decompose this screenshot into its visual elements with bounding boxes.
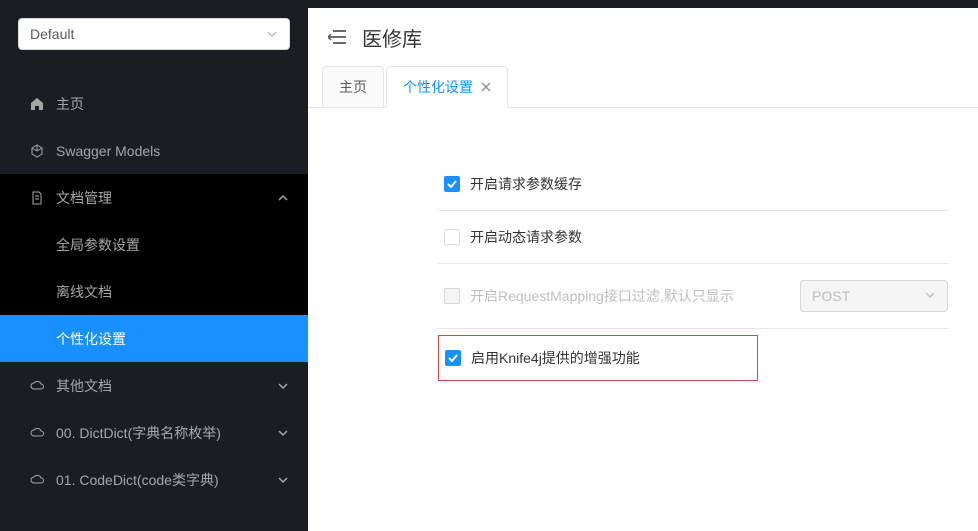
setting-request-mapping-filter: 开启RequestMapping接口过滤,默认只显示 POST — [438, 264, 948, 329]
selector-value: Default — [30, 26, 74, 42]
setting-label: 开启动态请求参数 — [470, 227, 582, 247]
http-method-select[interactable]: POST — [800, 280, 948, 312]
page-title: 医修库 — [362, 23, 422, 52]
submenu-item-offline-doc[interactable]: 离线文档 — [0, 268, 308, 315]
setting-label: 开启请求参数缓存 — [470, 174, 582, 194]
cloud-icon — [30, 426, 44, 440]
menu-label: 主页 — [56, 94, 288, 114]
setting-label: 开启RequestMapping接口过滤,默认只显示 — [470, 286, 734, 306]
sidebar-item-swagger-models[interactable]: Swagger Models — [0, 127, 308, 174]
chevron-down-icon — [266, 28, 278, 40]
chevron-down-icon — [278, 428, 288, 438]
menu-label: 01. CodeDict(code类字典) — [56, 470, 278, 490]
checkbox-cache-params[interactable] — [444, 176, 460, 192]
checkbox-dynamic-params[interactable] — [444, 229, 460, 245]
tab-home[interactable]: 主页 — [322, 66, 384, 107]
submenu-doc-manage: 全局参数设置 离线文档 个性化设置 — [0, 221, 308, 362]
tab-label: 个性化设置 — [403, 77, 473, 97]
select-value: POST — [812, 288, 850, 304]
submenu-label: 离线文档 — [56, 282, 112, 302]
home-icon — [30, 97, 44, 111]
main-header: 医修库 — [308, 8, 978, 66]
chevron-down-icon — [278, 381, 288, 391]
submenu-item-personalization[interactable]: 个性化设置 — [0, 315, 308, 362]
main-content: 医修库 主页 个性化设置 开启请求参数缓存 — [308, 8, 978, 531]
top-bar — [0, 0, 978, 8]
chevron-up-icon — [278, 193, 288, 203]
settings-content: 开启请求参数缓存 开启动态请求参数 开启RequestMapping接口过滤,默… — [308, 108, 978, 531]
submenu-label: 全局参数设置 — [56, 235, 140, 255]
cloud-icon — [30, 473, 44, 487]
checkbox-knife4j-enhance[interactable] — [445, 350, 461, 366]
app-container: Default 主页 Swagger Models — [0, 8, 978, 531]
tab-label: 主页 — [339, 77, 367, 97]
selector-wrap: Default — [0, 8, 308, 60]
sidebar-menu: 主页 Swagger Models 文档管理 全局参数设置 — [0, 60, 308, 531]
setting-dynamic-params: 开启动态请求参数 — [438, 211, 948, 264]
chevron-down-icon — [924, 288, 936, 304]
api-selector[interactable]: Default — [18, 18, 290, 50]
sidebar-item-home[interactable]: 主页 — [0, 80, 308, 127]
document-icon — [30, 191, 44, 205]
setting-knife4j-enhance: 启用Knife4j提供的增强功能 — [438, 335, 758, 381]
setting-label: 启用Knife4j提供的增强功能 — [471, 348, 640, 368]
sidebar-item-other-doc[interactable]: 其他文档 — [0, 362, 308, 409]
submenu-item-global-params[interactable]: 全局参数设置 — [0, 221, 308, 268]
checkbox-request-mapping-filter[interactable] — [444, 288, 460, 304]
tabs-bar: 主页 个性化设置 — [308, 66, 978, 108]
menu-label: 文档管理 — [56, 188, 278, 208]
sidebar-item-doc-manage[interactable]: 文档管理 — [0, 174, 308, 221]
menu-label: 00. DictDict(字典名称枚举) — [56, 423, 278, 443]
sidebar-collapse-button[interactable] — [328, 28, 346, 46]
menu-label: 其他文档 — [56, 376, 278, 396]
sidebar-item-codedict[interactable]: 01. CodeDict(code类字典) — [0, 456, 308, 503]
cloud-icon — [30, 379, 44, 393]
tab-personalization[interactable]: 个性化设置 — [386, 66, 508, 108]
menu-label: Swagger Models — [56, 143, 288, 159]
cube-icon — [30, 144, 44, 158]
setting-cache-params: 开启请求参数缓存 — [438, 158, 948, 211]
close-icon[interactable] — [481, 82, 491, 92]
sidebar: Default 主页 Swagger Models — [0, 8, 308, 531]
menu-fold-icon — [328, 30, 346, 44]
sidebar-item-dictdict[interactable]: 00. DictDict(字典名称枚举) — [0, 409, 308, 456]
submenu-label: 个性化设置 — [56, 329, 126, 349]
chevron-down-icon — [278, 475, 288, 485]
